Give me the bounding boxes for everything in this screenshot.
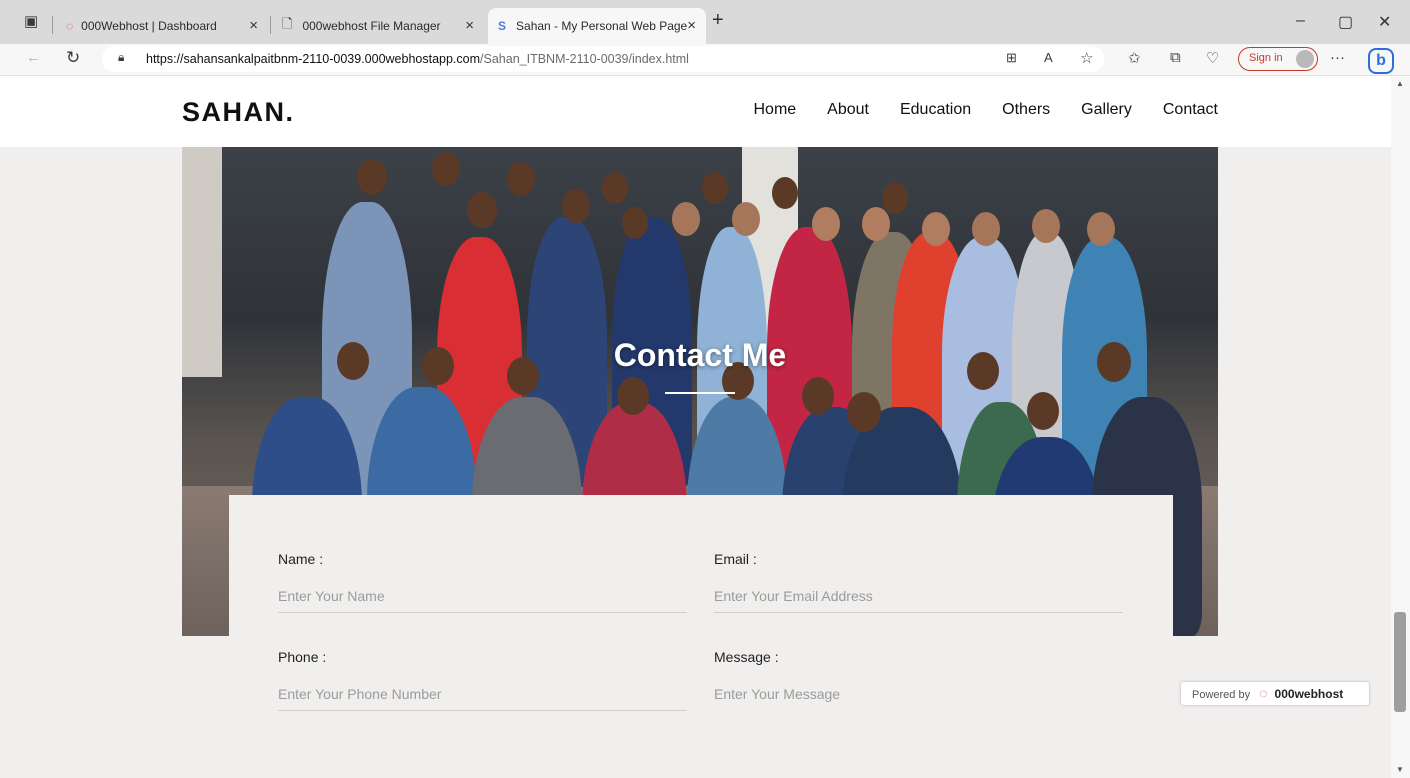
tab-title: 000webhost File Manager: [302, 19, 441, 33]
back-arrow-icon[interactable]: ←: [26, 49, 41, 66]
phone-field[interactable]: [278, 677, 687, 711]
hero-title: Contact Me: [613, 337, 787, 373]
photo-head: [802, 377, 834, 415]
photo-head: [602, 172, 628, 204]
url-field[interactable]: 🔒︎ https://sahansankalpaitbnm-2110-0039.…: [102, 46, 1104, 72]
browser-address-bar: ← ↻ 🔒︎ https://sahansankalpaitbnm-2110-0…: [0, 44, 1410, 76]
nav-about[interactable]: About: [827, 101, 869, 119]
tab-file-manager[interactable]: 🗋 000webhost File Manager ×: [276, 8, 484, 44]
read-aloud-icon[interactable]: A: [1044, 50, 1053, 65]
email-label: Email :: [714, 551, 757, 567]
app-available-icon[interactable]: ⊞: [1006, 50, 1017, 66]
minimize-button[interactable]: –: [1296, 12, 1305, 30]
message-field[interactable]: [714, 677, 1123, 711]
name-field[interactable]: [278, 579, 687, 613]
favorite-star-icon[interactable]: ☆: [1080, 49, 1093, 67]
document-icon: 🗋: [282, 16, 293, 31]
photo-head: [922, 212, 950, 246]
nav-others[interactable]: Others: [1002, 101, 1050, 119]
url-text: https://sahansankalpaitbnm-2110-0039.000…: [146, 52, 689, 66]
url-host: https://sahansankalpaitbnm-2110-0039.000…: [146, 52, 481, 66]
photo-head: [507, 162, 535, 196]
page-scrollbar[interactable]: ▲ ▼: [1391, 77, 1410, 778]
page-viewport: SAHAN. Home About Education Others Galle…: [0, 77, 1391, 778]
nav-home[interactable]: Home: [753, 101, 796, 119]
more-options-icon[interactable]: ···: [1330, 49, 1345, 66]
photo-head: [812, 207, 840, 241]
webhost-swirl-icon: ◌: [66, 19, 74, 33]
scrollbar-thumb[interactable]: [1394, 612, 1406, 712]
close-tab-icon[interactable]: ×: [687, 17, 696, 34]
message-label: Message :: [714, 649, 779, 665]
close-tab-icon[interactable]: ×: [249, 17, 258, 34]
collections-icon[interactable]: ⧉: [1170, 49, 1181, 66]
webhost-swirl-icon: ◌: [1259, 685, 1268, 701]
photo-head: [1087, 212, 1115, 246]
browser-tab-bar: ▣ ◌ 000Webhost | Dashboard × 🗋 000webhos…: [0, 0, 1410, 44]
nav-gallery[interactable]: Gallery: [1081, 101, 1132, 119]
photo-head: [847, 392, 881, 432]
browser-essentials-icon[interactable]: ♡: [1206, 49, 1219, 67]
refresh-icon[interactable]: ↻: [66, 48, 80, 68]
contact-form: Name : Email : Phone : Message :: [229, 495, 1173, 778]
s-logo-icon: S: [498, 19, 507, 33]
close-window-button[interactable]: ✕: [1378, 12, 1391, 32]
tab-actions-icon[interactable]: ▣: [24, 12, 38, 30]
lock-icon[interactable]: 🔒︎: [118, 50, 124, 65]
powered-by-brand: 000webhost: [1274, 687, 1344, 701]
site-logo[interactable]: SAHAN.: [182, 97, 295, 128]
hero-title-underline: [665, 392, 735, 394]
powered-by-badge[interactable]: Powered by ◌ 000webhost: [1181, 682, 1369, 705]
email-field[interactable]: [714, 579, 1123, 613]
favorites-icon[interactable]: ✩: [1128, 49, 1141, 67]
tab-title: 000Webhost | Dashboard: [81, 19, 217, 33]
sign-in-button[interactable]: Sign in: [1238, 47, 1318, 71]
photo-head: [432, 152, 460, 186]
nav-education[interactable]: Education: [900, 101, 971, 119]
tab-webhost-dashboard[interactable]: ◌ 000Webhost | Dashboard ×: [58, 8, 268, 44]
photo-head: [617, 377, 649, 415]
photo-head: [1027, 392, 1059, 430]
tab-personal-page[interactable]: S Sahan - My Personal Web Page ×: [488, 8, 706, 44]
photo-head: [972, 212, 1000, 246]
site-header: SAHAN. Home About Education Others Galle…: [0, 77, 1391, 147]
tab-title: Sahan - My Personal Web Page: [516, 19, 688, 33]
photo-head: [882, 182, 908, 214]
photo-head: [1032, 209, 1060, 243]
sign-in-label: Sign in: [1249, 52, 1283, 64]
photo-head: [862, 207, 890, 241]
url-path: /Sahan_ITBNM-2110-0039/index.html: [480, 52, 689, 66]
photo-head: [357, 159, 387, 195]
photo-head: [772, 177, 798, 209]
tab-separator: [52, 16, 53, 34]
new-tab-button[interactable]: +: [712, 9, 724, 32]
restore-button[interactable]: ▢: [1338, 12, 1353, 32]
photo-head: [732, 202, 760, 236]
scroll-up-icon[interactable]: ▲: [1396, 79, 1404, 88]
photo-head: [672, 202, 700, 236]
name-label: Name :: [278, 551, 324, 567]
main-nav: Home About Education Others Gallery Cont…: [753, 101, 1218, 119]
scroll-down-icon[interactable]: ▼: [1396, 765, 1404, 774]
photo-head: [622, 207, 648, 239]
phone-label: Phone :: [278, 649, 327, 665]
close-tab-icon[interactable]: ×: [465, 17, 474, 34]
photo-head: [467, 192, 497, 228]
bing-chat-icon[interactable]: b: [1368, 48, 1394, 74]
powered-by-text: Powered by: [1192, 689, 1251, 701]
avatar-icon: [1296, 50, 1314, 68]
tab-separator: [270, 16, 271, 34]
nav-contact[interactable]: Contact: [1163, 101, 1218, 119]
photo-head: [562, 189, 590, 223]
photo-head: [702, 172, 728, 204]
